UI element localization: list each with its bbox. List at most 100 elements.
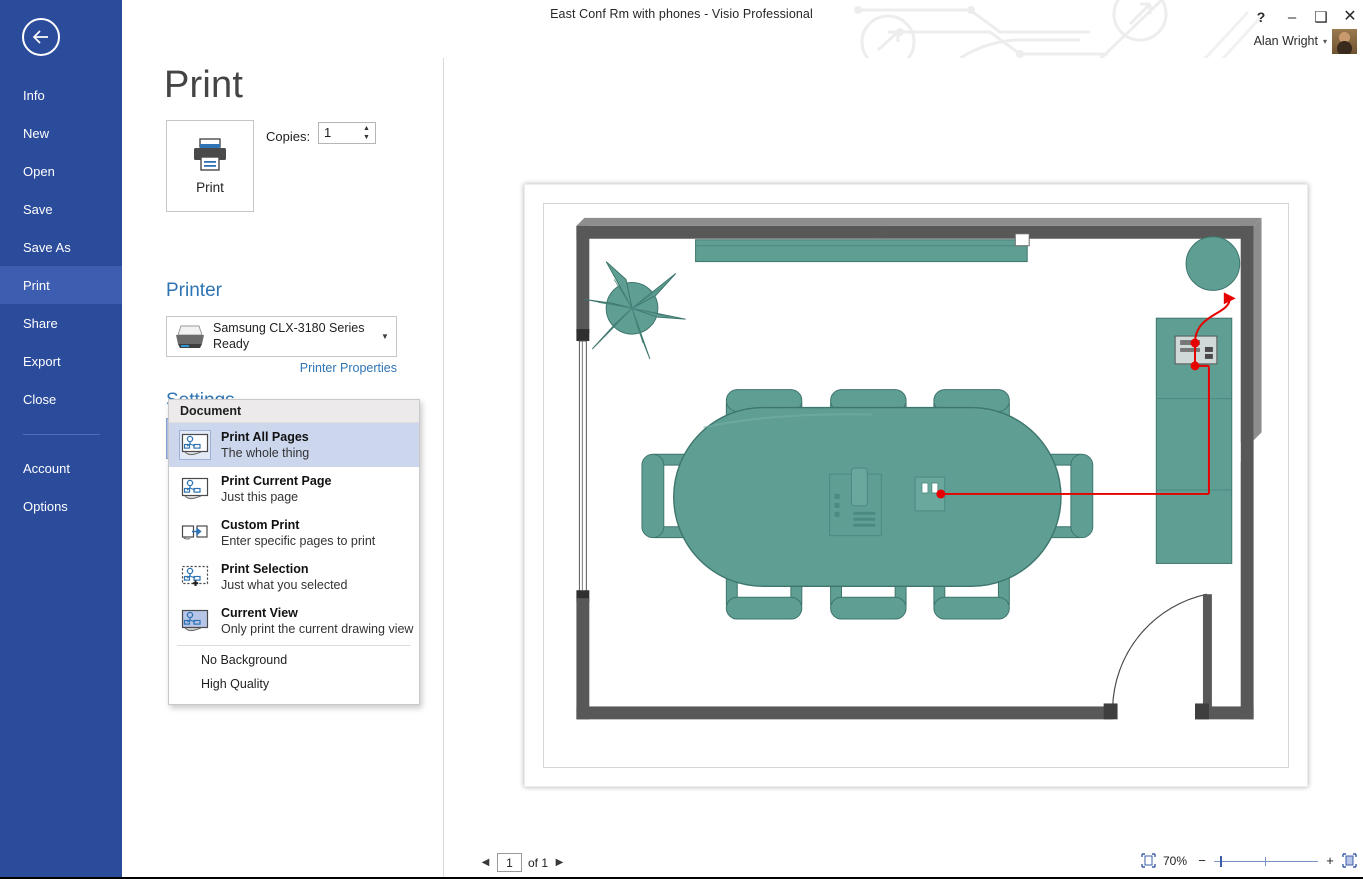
- sidebar-item-save-as[interactable]: Save As: [0, 228, 122, 266]
- visio-print-backstage: East Conf Rm with phones - Visio Profess…: [0, 0, 1363, 879]
- page-number-input[interactable]: 1: [497, 853, 522, 872]
- sidebar-item-label: Print: [23, 277, 50, 293]
- zoom-slider[interactable]: [1214, 855, 1318, 867]
- dropdown-item-print-selection[interactable]: Print Selection Just what you selected: [169, 555, 419, 599]
- preview-page[interactable]: [524, 184, 1308, 787]
- previous-page-button[interactable]: ◀: [480, 857, 491, 868]
- dropdown-toggle-high-quality[interactable]: High Quality: [169, 672, 419, 696]
- print-range-dropdown-menu: Document Print All Pages The whole thing P…: [168, 399, 420, 705]
- sidebar-item-account[interactable]: Account: [0, 449, 122, 487]
- zoom-slider-thumb[interactable]: [1220, 855, 1222, 867]
- plant: [584, 261, 686, 360]
- printer-section-heading: Printer: [166, 280, 222, 301]
- help-button[interactable]: ?: [1248, 6, 1274, 28]
- dropdown-item-text: Current View Only print the current drawi…: [221, 605, 413, 638]
- dropdown-item-subtitle: The whole thing: [221, 446, 310, 460]
- dropdown-item-title: Print All Pages: [221, 429, 309, 444]
- dropdown-item-subtitle: Just this page: [221, 490, 299, 504]
- dropdown-item-title: Custom Print: [221, 517, 300, 532]
- sidebar-item-label: Close: [23, 391, 57, 407]
- sidebar-item-label: Save As: [23, 239, 71, 255]
- cabinet: [1155, 317, 1233, 564]
- zoom-in-button[interactable]: +: [1325, 853, 1335, 868]
- chevron-down-icon: ▾: [1322, 36, 1327, 46]
- printer-text: Samsung CLX-3180 Series Ready: [213, 321, 374, 352]
- conference-phone: [829, 467, 882, 537]
- zoom-out-button[interactable]: −: [1197, 853, 1207, 868]
- sidebar-item-label: Info: [23, 87, 45, 103]
- sidebar-item-label: Open: [23, 163, 55, 179]
- dropdown-item-title: Print Current Page: [221, 473, 332, 488]
- dropdown-item-custom-print[interactable]: Custom Print Enter specific pages to prin…: [169, 511, 419, 555]
- copies-stepper[interactable]: 1 ▲ ▼: [318, 122, 376, 144]
- next-page-button[interactable]: ▶: [554, 857, 565, 868]
- zoom-percent-label: 70%: [1163, 853, 1188, 868]
- print-current-page-icon: [179, 474, 211, 504]
- current-view-icon: [179, 606, 211, 636]
- sidebar-item-label: Share: [23, 315, 58, 331]
- page-navigation: ◀ 1 of 1 ▶: [480, 853, 565, 872]
- sidebar-item-print[interactable]: Print: [0, 266, 122, 304]
- round-side-table: [1185, 236, 1241, 291]
- zoom-slider-track: [1214, 860, 1318, 862]
- sidebar-item-label: Account: [23, 460, 70, 476]
- sidebar-item-label: Export: [23, 353, 61, 369]
- printer-status: Ready: [213, 336, 250, 351]
- copies-increment-button[interactable]: ▲: [362, 125, 371, 132]
- sidebar-item-open[interactable]: Open: [0, 152, 122, 190]
- preview-page-border: [543, 203, 1289, 768]
- sidebar-item-info[interactable]: Info: [0, 76, 122, 114]
- page-count-label: of 1: [528, 855, 549, 870]
- dropdown-toggle-no-background[interactable]: No Background: [169, 648, 419, 672]
- sidebar-item-export[interactable]: Export: [0, 342, 122, 380]
- dropdown-separator: [177, 645, 411, 646]
- dropdown-item-text: Custom Print Enter specific pages to prin…: [221, 517, 375, 550]
- printer-select[interactable]: Samsung CLX-3180 Series Ready ▼: [166, 316, 397, 357]
- sidebar-item-new[interactable]: New: [0, 114, 122, 152]
- sidebar-item-share[interactable]: Share: [0, 304, 122, 342]
- sidebar-item-label: Options: [23, 498, 68, 514]
- sidebar-item-save[interactable]: Save: [0, 190, 122, 228]
- sidebar-item-label: New: [23, 125, 50, 141]
- title-bar: East Conf Rm with phones - Visio Profess…: [0, 0, 1363, 58]
- back-arrow-icon: [32, 30, 48, 44]
- avatar[interactable]: [1332, 28, 1357, 54]
- status-bar: ◀ 1 of 1 ▶ 70% − +: [444, 845, 1363, 879]
- chevron-down-icon: ▼: [381, 332, 389, 341]
- fit-to-window-icon[interactable]: [1342, 853, 1357, 868]
- printer-properties-link[interactable]: Printer Properties: [122, 361, 397, 375]
- sidebar-item-options[interactable]: Options: [0, 487, 122, 525]
- printer-name: Samsung CLX-3180 Series: [213, 320, 365, 335]
- close-button[interactable]: ✕: [1337, 6, 1363, 28]
- dropdown-item-title: Current View: [221, 605, 298, 620]
- zoom-slider-midpoint: [1265, 856, 1266, 866]
- print-button-label: Print: [196, 180, 224, 195]
- custom-print-icon: [179, 518, 211, 548]
- sidebar-item-label: Save: [23, 201, 53, 217]
- printer-device-icon: [167, 318, 213, 356]
- fit-page-icon[interactable]: [1141, 853, 1156, 868]
- sidebar-item-close[interactable]: Close: [0, 380, 122, 418]
- copies-input-value[interactable]: 1: [324, 125, 331, 140]
- dropdown-item-print-all-pages[interactable]: Print All Pages The whole thing: [169, 423, 419, 467]
- page-title: Print: [164, 64, 244, 106]
- dropdown-item-print-current-page[interactable]: Print Current Page Just this page: [169, 467, 419, 511]
- back-button[interactable]: [22, 18, 60, 56]
- minimize-button[interactable]: –: [1279, 6, 1305, 28]
- copies-decrement-button[interactable]: ▼: [362, 134, 371, 141]
- sidebar-nav-list: Info New Open Save Save As Print Share Export Cl…: [0, 76, 122, 525]
- dropdown-item-current-view[interactable]: Current View Only print the current drawi…: [169, 599, 419, 643]
- printer-icon: [194, 138, 226, 171]
- backstage-sidebar: Info New Open Save Save As Print Share Export Cl…: [0, 0, 122, 879]
- dropdown-item-text: Print All Pages The whole thing: [221, 429, 309, 462]
- copies-label: Copies:: [266, 129, 311, 144]
- account-area[interactable]: Alan Wright ▾: [1254, 28, 1357, 54]
- account-name-label: Alan Wright: [1253, 34, 1318, 48]
- maximize-button[interactable]: ❑: [1308, 6, 1334, 28]
- dropdown-item-subtitle: Only print the current drawing view: [221, 622, 414, 636]
- dropdown-item-subtitle: Enter specific pages to print: [221, 534, 376, 548]
- dropdown-group-header: Document: [169, 400, 419, 423]
- dropdown-item-title: Print Selection: [221, 561, 309, 576]
- floorplan-drawing: [576, 217, 1262, 720]
- print-button[interactable]: Print: [166, 120, 254, 212]
